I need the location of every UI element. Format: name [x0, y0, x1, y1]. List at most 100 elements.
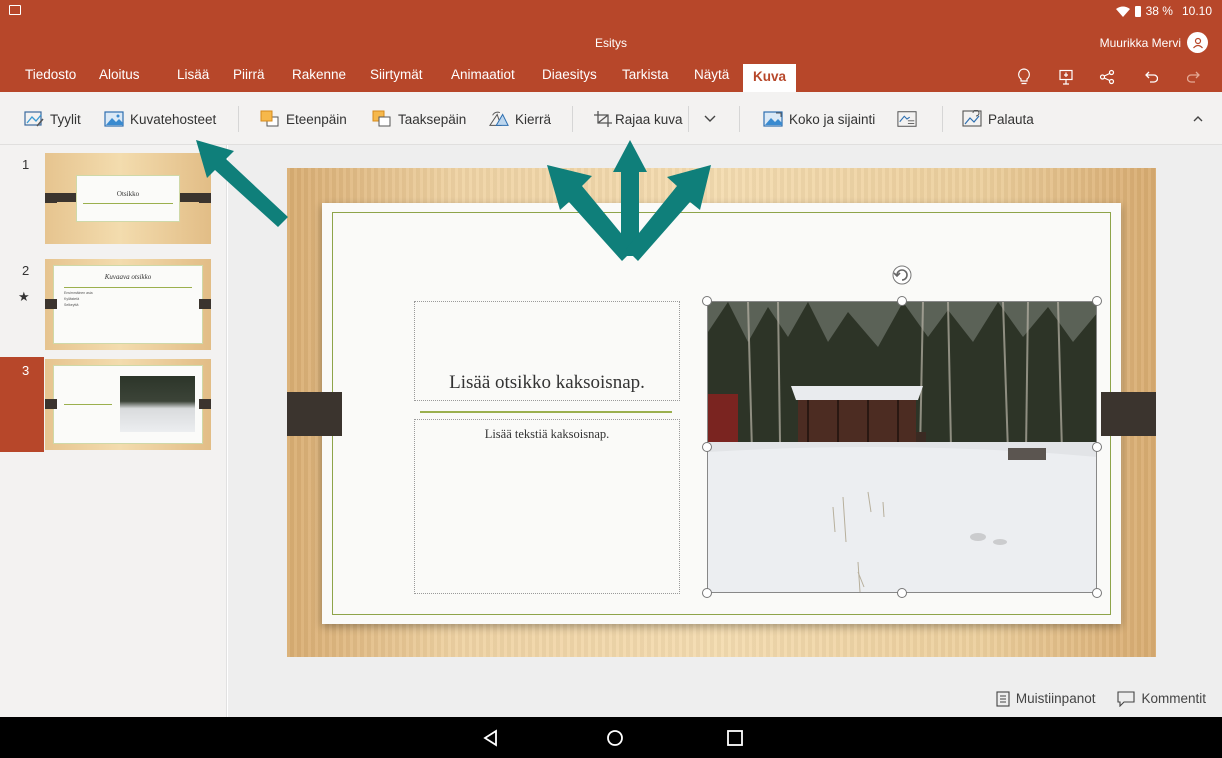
picture-effects-icon — [104, 110, 124, 128]
tab-lisaa[interactable]: Lisää — [177, 60, 209, 92]
send-backward-button[interactable]: Taaksepäin — [372, 108, 466, 130]
notes-icon — [996, 690, 1010, 707]
clock: 10.10 — [1181, 4, 1212, 18]
resize-handle-right[interactable] — [1092, 442, 1102, 452]
styles-label: Tyylit — [50, 111, 81, 127]
slide-tab-decoration — [45, 299, 57, 309]
wifi-icon — [1115, 6, 1130, 17]
person-icon — [1192, 37, 1203, 48]
title-rule — [64, 287, 192, 288]
reset-picture-label: Palauta — [988, 111, 1034, 127]
reset-picture-icon — [962, 110, 982, 128]
account-button[interactable]: Muurikka Mervi — [1100, 32, 1208, 53]
resize-handle-bottom[interactable] — [897, 588, 907, 598]
bring-forward-icon — [260, 110, 280, 128]
slide-thumbnail-1[interactable]: 1 Otsikko — [0, 151, 227, 246]
recents-icon[interactable] — [724, 727, 746, 749]
send-backward-icon — [372, 110, 392, 128]
slide-card: Kuvaava otsikko Ensimmäinen asia Kylläst… — [53, 265, 203, 344]
tab-kuva[interactable]: Kuva — [743, 64, 797, 92]
title-rule — [420, 411, 672, 413]
slide-bar-decoration — [180, 193, 211, 202]
ribbon-divider — [572, 106, 573, 132]
resize-handle-bottom-left[interactable] — [702, 588, 712, 598]
ribbon-divider — [942, 106, 943, 132]
chevron-down-icon — [700, 110, 720, 128]
tab-nayta[interactable]: Näytä — [694, 60, 729, 92]
slide-tab-decoration — [287, 392, 342, 436]
crop-button[interactable]: Rajaa kuva — [593, 108, 683, 130]
document-title: Esitys — [594, 36, 627, 50]
comments-label: Kommentit — [1141, 691, 1206, 706]
title-placeholder-text: Lisää otsikko kaksoisnap. — [449, 372, 645, 393]
rotate-button[interactable]: Kierrä — [489, 108, 551, 130]
slide-title: Otsikko — [116, 190, 140, 198]
tab-piirra[interactable]: Piirrä — [233, 60, 265, 92]
alt-text-button[interactable] — [897, 108, 917, 130]
slide-preview: Otsikko — [45, 153, 211, 244]
title-bar: 38 % 10.10 Esitys Muurikka Mervi — [0, 0, 1222, 60]
notes-label: Muistiinpanot — [1015, 691, 1096, 706]
title-rule — [64, 404, 112, 405]
comments-button[interactable]: Kommentit — [1117, 690, 1206, 707]
status-bar: 38 % 10.10 — [1115, 4, 1212, 18]
collapse-ribbon-button[interactable] — [1188, 108, 1208, 130]
rotate-icon — [892, 265, 912, 285]
rotate-label: Kierrä — [515, 111, 552, 127]
size-position-button[interactable]: Koko ja sijainti — [763, 108, 875, 130]
ribbon-divider — [739, 106, 740, 132]
share-icon[interactable] — [1096, 66, 1118, 88]
winter-cabin-photo — [708, 302, 1096, 592]
slide-paper: Lisää otsikko kaksoisnap. Lisää tekstiä … — [322, 203, 1121, 624]
send-backward-label: Taaksepäin — [398, 111, 467, 127]
slide-canvas: Lisää otsikko kaksoisnap. Lisää tekstiä … — [228, 145, 1222, 717]
notification-image-icon — [9, 5, 21, 15]
slide-thumbnails-pane: 1 Otsikko 2 ★ Kuvaava otsikko Ensimmäine… — [0, 145, 227, 717]
notes-button[interactable]: Muistiinpanot — [996, 690, 1096, 707]
redo-icon[interactable] — [1184, 66, 1206, 88]
bring-forward-button[interactable]: Eteenpäin — [260, 108, 347, 130]
slide-number: 3 — [0, 357, 44, 452]
slide-thumbnail-3[interactable]: 3 — [0, 357, 227, 452]
resize-handle-bottom-right[interactable] — [1092, 588, 1102, 598]
resize-handle-top-right[interactable] — [1092, 296, 1102, 306]
battery-level: 38 % — [1145, 4, 1173, 18]
tab-animaatiot[interactable]: Animaatiot — [451, 60, 515, 92]
tab-siirtymat[interactable]: Siirtymät — [370, 60, 423, 92]
tab-tarkista[interactable]: Tarkista — [622, 60, 669, 92]
selected-picture[interactable] — [707, 301, 1097, 593]
resize-handle-top[interactable] — [897, 296, 907, 306]
content-placeholder[interactable]: Lisää tekstiä kaksoisnap. — [414, 419, 680, 594]
reset-picture-button[interactable]: Palauta — [962, 108, 1034, 130]
picture-thumbnail — [120, 376, 195, 432]
slide-title: Kuvaava otsikko — [104, 273, 152, 281]
tab-aloitus[interactable]: Aloitus — [99, 60, 140, 92]
current-slide: Lisää otsikko kaksoisnap. Lisää tekstiä … — [287, 168, 1156, 657]
content-placeholder-text: Lisää tekstiä kaksoisnap. — [484, 427, 610, 441]
tab-rakenne[interactable]: Rakenne — [292, 60, 346, 92]
lightbulb-icon[interactable] — [1013, 66, 1035, 88]
comment-icon — [1117, 690, 1136, 707]
slide-bar-decoration — [45, 193, 76, 202]
bullet-list: Ensimmäinen asia Kyllästetä Selkeyttä — [64, 290, 93, 308]
home-icon[interactable] — [604, 727, 626, 749]
tab-tiedosto[interactable]: Tiedosto — [25, 60, 76, 92]
title-placeholder[interactable]: Lisää otsikko kaksoisnap. — [414, 301, 680, 401]
crop-options-dropdown[interactable] — [700, 108, 720, 130]
picture-effects-button[interactable]: Kuvatehosteet — [104, 108, 216, 130]
menu-bar: Tiedosto Aloitus Lisää Piirrä Rakenne Si… — [0, 60, 1222, 92]
rotate-handle[interactable] — [890, 263, 914, 287]
slide-card — [53, 365, 203, 444]
present-icon[interactable] — [1055, 66, 1077, 88]
tab-diaesitys[interactable]: Diaesitys — [542, 60, 597, 92]
resize-handle-top-left[interactable] — [702, 296, 712, 306]
slide-preview: Kuvaava otsikko Ensimmäinen asia Kylläst… — [45, 259, 211, 350]
size-position-label: Koko ja sijainti — [789, 111, 876, 127]
resize-handle-left[interactable] — [702, 442, 712, 452]
styles-button[interactable]: Tyylit — [24, 108, 81, 130]
picture-styles-icon — [24, 110, 44, 128]
undo-icon[interactable] — [1139, 66, 1161, 88]
slide-tab-decoration — [45, 399, 57, 409]
slide-thumbnail-2[interactable]: 2 ★ Kuvaava otsikko Ensimmäinen asia Kyl… — [0, 257, 227, 352]
back-icon[interactable] — [480, 727, 502, 749]
